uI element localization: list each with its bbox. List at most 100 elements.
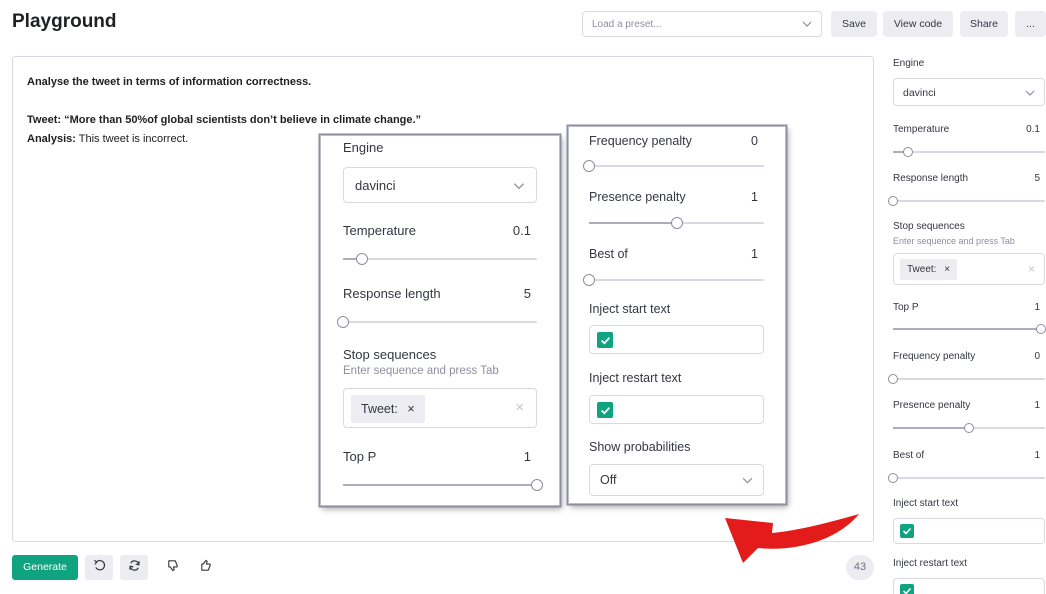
dislike-button[interactable] xyxy=(158,555,186,580)
slider-thumb[interactable] xyxy=(964,423,974,433)
frequency-penalty-label: Frequency penalty xyxy=(893,351,976,362)
undo-button[interactable] xyxy=(85,555,113,580)
stop-sequence-tag: Tweet: × xyxy=(900,259,958,280)
presence-penalty-value: 1 xyxy=(751,190,758,204)
clear-icon[interactable]: × xyxy=(1028,262,1035,276)
show-probabilities-select[interactable]: Off xyxy=(589,464,764,496)
tag-label: Tweet: xyxy=(907,264,937,275)
slider-thumb[interactable] xyxy=(903,147,914,157)
response-length-label: Response length xyxy=(343,286,441,301)
show-probabilities-value: Off xyxy=(600,473,617,487)
stop-sequences-input[interactable]: Tweet: × × xyxy=(893,253,1045,285)
engine-label: Engine xyxy=(343,140,384,155)
temperature-slider[interactable] xyxy=(343,253,537,265)
tag-label: Tweet: xyxy=(361,402,398,416)
stop-sequences-label: Stop sequences xyxy=(343,347,437,362)
regenerate-icon xyxy=(128,559,141,577)
top-p-label: Top P xyxy=(893,302,919,313)
thumbs-down-icon xyxy=(166,559,179,577)
slider-thumb[interactable] xyxy=(583,274,595,286)
tag-remove-icon[interactable]: × xyxy=(944,264,950,275)
frequency-penalty-slider[interactable] xyxy=(583,160,764,172)
frequency-penalty-slider[interactable] xyxy=(888,374,1045,384)
top-p-slider[interactable] xyxy=(343,479,543,491)
frequency-penalty-label: Frequency penalty xyxy=(589,134,692,148)
inject-start-checkbox[interactable] xyxy=(900,524,914,538)
slider-thumb[interactable] xyxy=(888,196,898,206)
inject-start-checkbox[interactable] xyxy=(597,332,613,348)
inject-restart-label: Inject restart text xyxy=(589,371,682,385)
slider-fill xyxy=(893,427,969,429)
clear-icon[interactable]: × xyxy=(515,399,524,416)
presence-penalty-slider[interactable] xyxy=(589,217,764,229)
show-probabilities-label: Show probabilities xyxy=(589,440,691,454)
slider-thumb[interactable] xyxy=(356,253,369,265)
engine-value: davinci xyxy=(355,178,396,193)
slider-thumb[interactable] xyxy=(531,479,543,491)
response-length-label: Response length xyxy=(893,173,969,184)
analysis-text: This tweet is incorrect. xyxy=(75,133,189,145)
response-length-slider[interactable] xyxy=(888,196,1045,206)
thumbs-up-icon xyxy=(199,559,212,577)
chevron-down-icon xyxy=(801,18,813,33)
inject-start-field[interactable] xyxy=(893,518,1045,544)
stop-sequence-tag: Tweet: × xyxy=(351,395,425,423)
best-of-slider[interactable] xyxy=(583,274,764,286)
inject-restart-checkbox[interactable] xyxy=(597,402,613,418)
slider-thumb[interactable] xyxy=(583,160,595,172)
top-p-value: 1 xyxy=(1034,302,1040,313)
chevron-down-icon xyxy=(741,474,754,490)
slider-thumb[interactable] xyxy=(888,473,898,483)
engine-select[interactable]: davinci xyxy=(893,78,1045,106)
response-length-slider[interactable] xyxy=(337,316,537,328)
regenerate-button[interactable] xyxy=(120,555,148,580)
zoomed-settings-panel-left: Engine davinci Temperature 0.1 Response … xyxy=(320,135,560,506)
temperature-label: Temperature xyxy=(893,124,950,135)
inject-start-label: Inject start text xyxy=(589,302,671,316)
engine-select[interactable]: davinci xyxy=(343,167,537,203)
slider-fill xyxy=(343,484,537,486)
zoomed-settings-panel-right: Frequency penalty 0 Presence penalty 1 B… xyxy=(568,126,786,504)
inject-restart-field[interactable] xyxy=(893,578,1045,594)
inject-restart-checkbox[interactable] xyxy=(900,584,914,594)
chevron-down-icon xyxy=(1024,87,1036,102)
temperature-label: Temperature xyxy=(343,223,416,238)
top-p-label: Top P xyxy=(343,449,377,464)
stop-sequences-hint: Enter sequence and press Tab xyxy=(343,365,499,377)
presence-penalty-slider[interactable] xyxy=(893,423,1045,433)
top-p-slider[interactable] xyxy=(893,324,1046,334)
best-of-slider[interactable] xyxy=(888,473,1045,483)
inject-start-label: Inject start text xyxy=(893,498,959,509)
preset-placeholder: Load a preset... xyxy=(592,19,662,30)
save-button[interactable]: Save xyxy=(831,11,877,37)
frequency-penalty-value: 0 xyxy=(751,134,758,148)
presence-penalty-label: Presence penalty xyxy=(893,400,971,411)
red-curved-arrow-icon xyxy=(725,514,859,563)
best-of-value: 1 xyxy=(751,247,758,261)
slider-thumb[interactable] xyxy=(1036,324,1046,334)
temperature-slider[interactable] xyxy=(893,147,1045,157)
slider-fill xyxy=(893,328,1041,330)
frequency-penalty-value: 0 xyxy=(1034,351,1040,362)
temperature-value: 0.1 xyxy=(1026,124,1040,135)
inject-restart-field[interactable] xyxy=(589,395,764,424)
preset-select[interactable]: Load a preset... xyxy=(582,11,822,37)
undo-icon xyxy=(93,559,106,577)
tag-remove-icon[interactable]: × xyxy=(407,402,414,416)
stop-sequences-label: Stop sequences xyxy=(893,221,965,232)
tweet-label: Tweet: xyxy=(27,114,62,126)
response-length-value: 5 xyxy=(523,286,531,301)
inject-start-field[interactable] xyxy=(589,325,764,354)
stop-sequences-input[interactable]: Tweet: × × xyxy=(343,388,537,428)
best-of-value: 1 xyxy=(1034,450,1040,461)
top-p-value: 1 xyxy=(523,449,531,464)
slider-fill xyxy=(589,222,677,224)
inject-restart-label: Inject restart text xyxy=(893,558,967,569)
slider-thumb[interactable] xyxy=(337,316,349,328)
slider-thumb[interactable] xyxy=(888,374,898,384)
like-button[interactable] xyxy=(191,555,219,580)
presence-penalty-value: 1 xyxy=(1034,400,1040,411)
slider-thumb[interactable] xyxy=(670,217,683,229)
chevron-down-icon xyxy=(512,179,526,196)
generate-button[interactable]: Generate xyxy=(12,555,78,580)
